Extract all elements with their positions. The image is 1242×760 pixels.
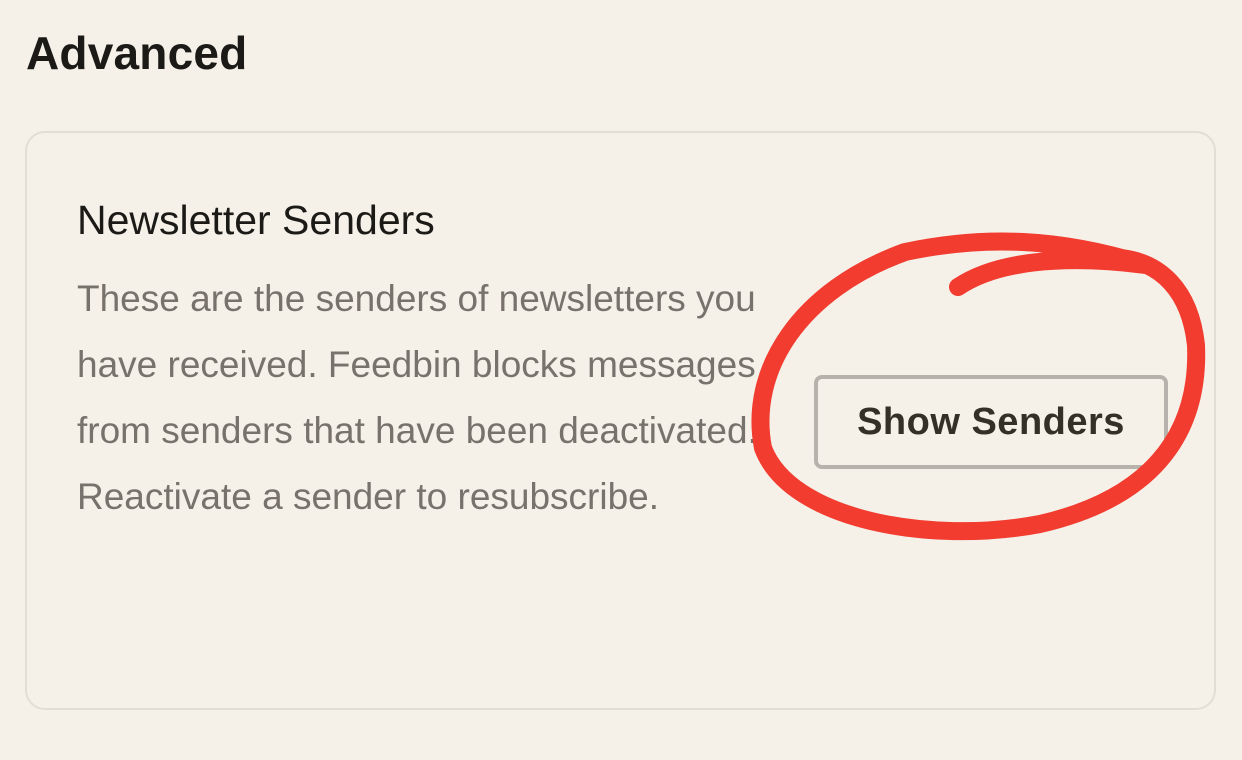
- card-title: Newsletter Senders: [77, 197, 435, 243]
- newsletter-senders-card: Newsletter Senders These are the senders…: [25, 131, 1216, 710]
- show-senders-button[interactable]: Show Senders: [814, 375, 1168, 469]
- section-heading: Advanced: [26, 27, 248, 79]
- card-description: These are the senders of newsletters you…: [77, 278, 758, 517]
